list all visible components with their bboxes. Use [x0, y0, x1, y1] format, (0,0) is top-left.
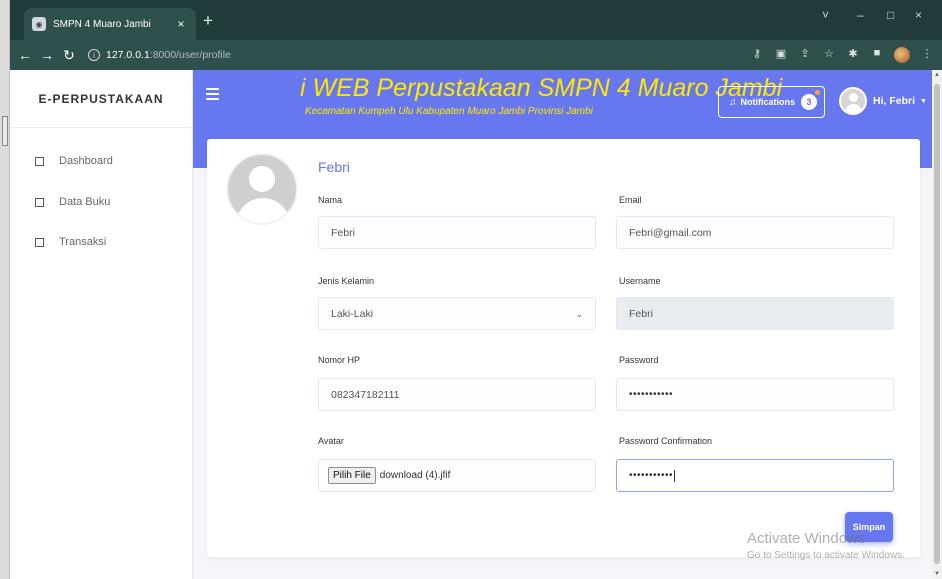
site-info-icon[interactable]: i [88, 49, 100, 61]
text-cursor [674, 469, 676, 482]
password-label: Password [619, 355, 659, 365]
site-title: i WEB Perpustakaan SMPN 4 Muaro Jambi [300, 74, 783, 102]
password-input[interactable]: ••••••••••• [616, 378, 894, 411]
profile-extension-icon[interactable] [894, 47, 910, 63]
menu-kebab-icon[interactable]: ⋮ [920, 47, 934, 63]
site-favicon-icon: ◉ [32, 17, 46, 31]
windows-activation-watermark: Activate Windows Go to Settings to activ… [747, 530, 905, 561]
hamburger-menu-icon[interactable] [206, 88, 219, 101]
square-icon [35, 197, 44, 207]
nama-input[interactable]: Febri [318, 216, 596, 249]
profile-card: Febri Nama Febri Email Febri@gmail.com J… [207, 139, 920, 557]
selected-file-name: download (4).jfif [379, 470, 451, 481]
bell-icon: ♫ [729, 96, 737, 108]
bookmark-star-icon[interactable]: ☆ [822, 47, 836, 63]
url-host: 127.0.0.1 [106, 49, 150, 61]
nomor-hp-label: Nomor HP [318, 355, 361, 365]
password-confirmation-masked: ••••••••••• [629, 470, 674, 481]
password-confirmation-label: Password Confirmation [619, 436, 713, 446]
key-icon[interactable]: ⚷ [750, 47, 764, 63]
close-window-button[interactable]: × [915, 8, 922, 22]
user-dropdown[interactable]: Hi, Febri ▼ [839, 86, 927, 116]
page-content: E-PERPUSTAKAAN Dashboard Data Buku Trans… [10, 70, 932, 579]
sidebar-item-label: Transaksi [59, 236, 107, 248]
profile-avatar [226, 153, 298, 225]
notification-dot [815, 90, 821, 95]
notifications-count: 3 [806, 97, 812, 107]
watermark-title: Activate Windows [747, 530, 866, 547]
browser-tab[interactable]: ◉ SMPN 4 Muaro Jambi × [24, 8, 196, 40]
window-frame [0, 0, 10, 579]
jenis-kelamin-label: Jenis Kelamin [318, 276, 375, 286]
notifications-label: Notifications [740, 97, 796, 107]
tab-search-icon[interactable]: ˅ [822, 8, 829, 22]
password-confirmation-input[interactable]: ••••••••••• [616, 459, 894, 492]
chevron-down-icon: ⌄ [575, 309, 583, 319]
sidebar-item-data-buku[interactable]: Data Buku [10, 182, 192, 222]
minimize-button[interactable]: – [857, 8, 864, 22]
scroll-down-icon[interactable]: ▼ [934, 571, 940, 577]
back-icon[interactable]: ← [14, 47, 36, 63]
choose-file-button[interactable]: Pilih File [328, 467, 376, 484]
password-masked: ••••••••••• [629, 389, 674, 400]
sidebar-item-dashboard[interactable]: Dashboard [10, 140, 192, 182]
sidepanel-icon[interactable]: ■ [870, 47, 884, 63]
sidebar-brand[interactable]: E-PERPUSTAKAAN [10, 70, 192, 128]
notifications-count-badge: 3 [801, 90, 821, 110]
browser-tabbar: ◉ SMPN 4 Muaro Jambi × + ˅ – □ × [10, 0, 942, 40]
watermark-subtitle: Go to Settings to activate Windows. [747, 550, 905, 561]
username-label: Username [619, 276, 661, 286]
square-icon [35, 237, 44, 247]
user-greeting: Hi, Febri [873, 95, 916, 107]
nama-label: Nama [318, 195, 343, 205]
nomor-hp-input[interactable]: 082347182111 [318, 378, 596, 411]
share-icon[interactable]: ⇪ [798, 47, 812, 63]
sidebar-item-label: Data Buku [59, 196, 111, 208]
sidebar: E-PERPUSTAKAAN Dashboard Data Buku Trans… [10, 70, 193, 579]
sidebar-item-label: Dashboard [59, 155, 113, 167]
sidebar-item-transaksi[interactable]: Transaksi [10, 222, 192, 262]
url-path: :8000/user/profile [149, 49, 231, 61]
browser-toolbar: ← → ↻ i 127.0.0.1:8000/user/profile ⚷ ▣ … [10, 40, 942, 70]
notifications-button[interactable]: ♫ Notifications 3 [718, 86, 825, 118]
browser-tool-icons: ⚷ ▣ ⇪ ☆ ✱ ■ ⋮ [750, 47, 934, 63]
tab-close-icon[interactable]: × [174, 17, 188, 31]
caret-down-icon: ▼ [920, 97, 927, 105]
address-bar[interactable]: i 127.0.0.1:8000/user/profile [88, 44, 708, 66]
reload-icon[interactable]: ↻ [58, 47, 80, 64]
jenis-kelamin-select[interactable]: Laki-Laki ⌄ [318, 297, 596, 330]
new-tab-button[interactable]: + [203, 12, 213, 29]
maximize-button[interactable]: □ [887, 8, 894, 22]
email-input[interactable]: Febri@gmail.com [616, 216, 894, 249]
avatar-label: Avatar [318, 436, 344, 446]
avatar-file-input[interactable]: Pilih File download (4).jfif [318, 459, 596, 492]
email-label: Email [619, 195, 642, 205]
forward-icon[interactable]: → [36, 47, 58, 63]
user-avatar [839, 87, 867, 115]
site-subtitle: Kecamatan Kumpeh Ulu Kabupaten Muaro Jam… [305, 106, 593, 117]
username-input: Febri [616, 297, 894, 330]
scrollbar-thumb[interactable] [934, 84, 940, 564]
extensions-icon[interactable]: ✱ [846, 47, 860, 63]
page-scrollbar[interactable]: ▲ ▼ [932, 70, 942, 579]
tab-title: SMPN 4 Muaro Jambi [53, 18, 151, 30]
scroll-up-icon[interactable]: ▲ [934, 72, 940, 78]
frame-marker [2, 116, 8, 146]
translate-icon[interactable]: ▣ [774, 47, 788, 63]
jenis-kelamin-value: Laki-Laki [331, 307, 374, 320]
profile-name: Febri [318, 159, 350, 175]
square-icon [35, 156, 44, 166]
